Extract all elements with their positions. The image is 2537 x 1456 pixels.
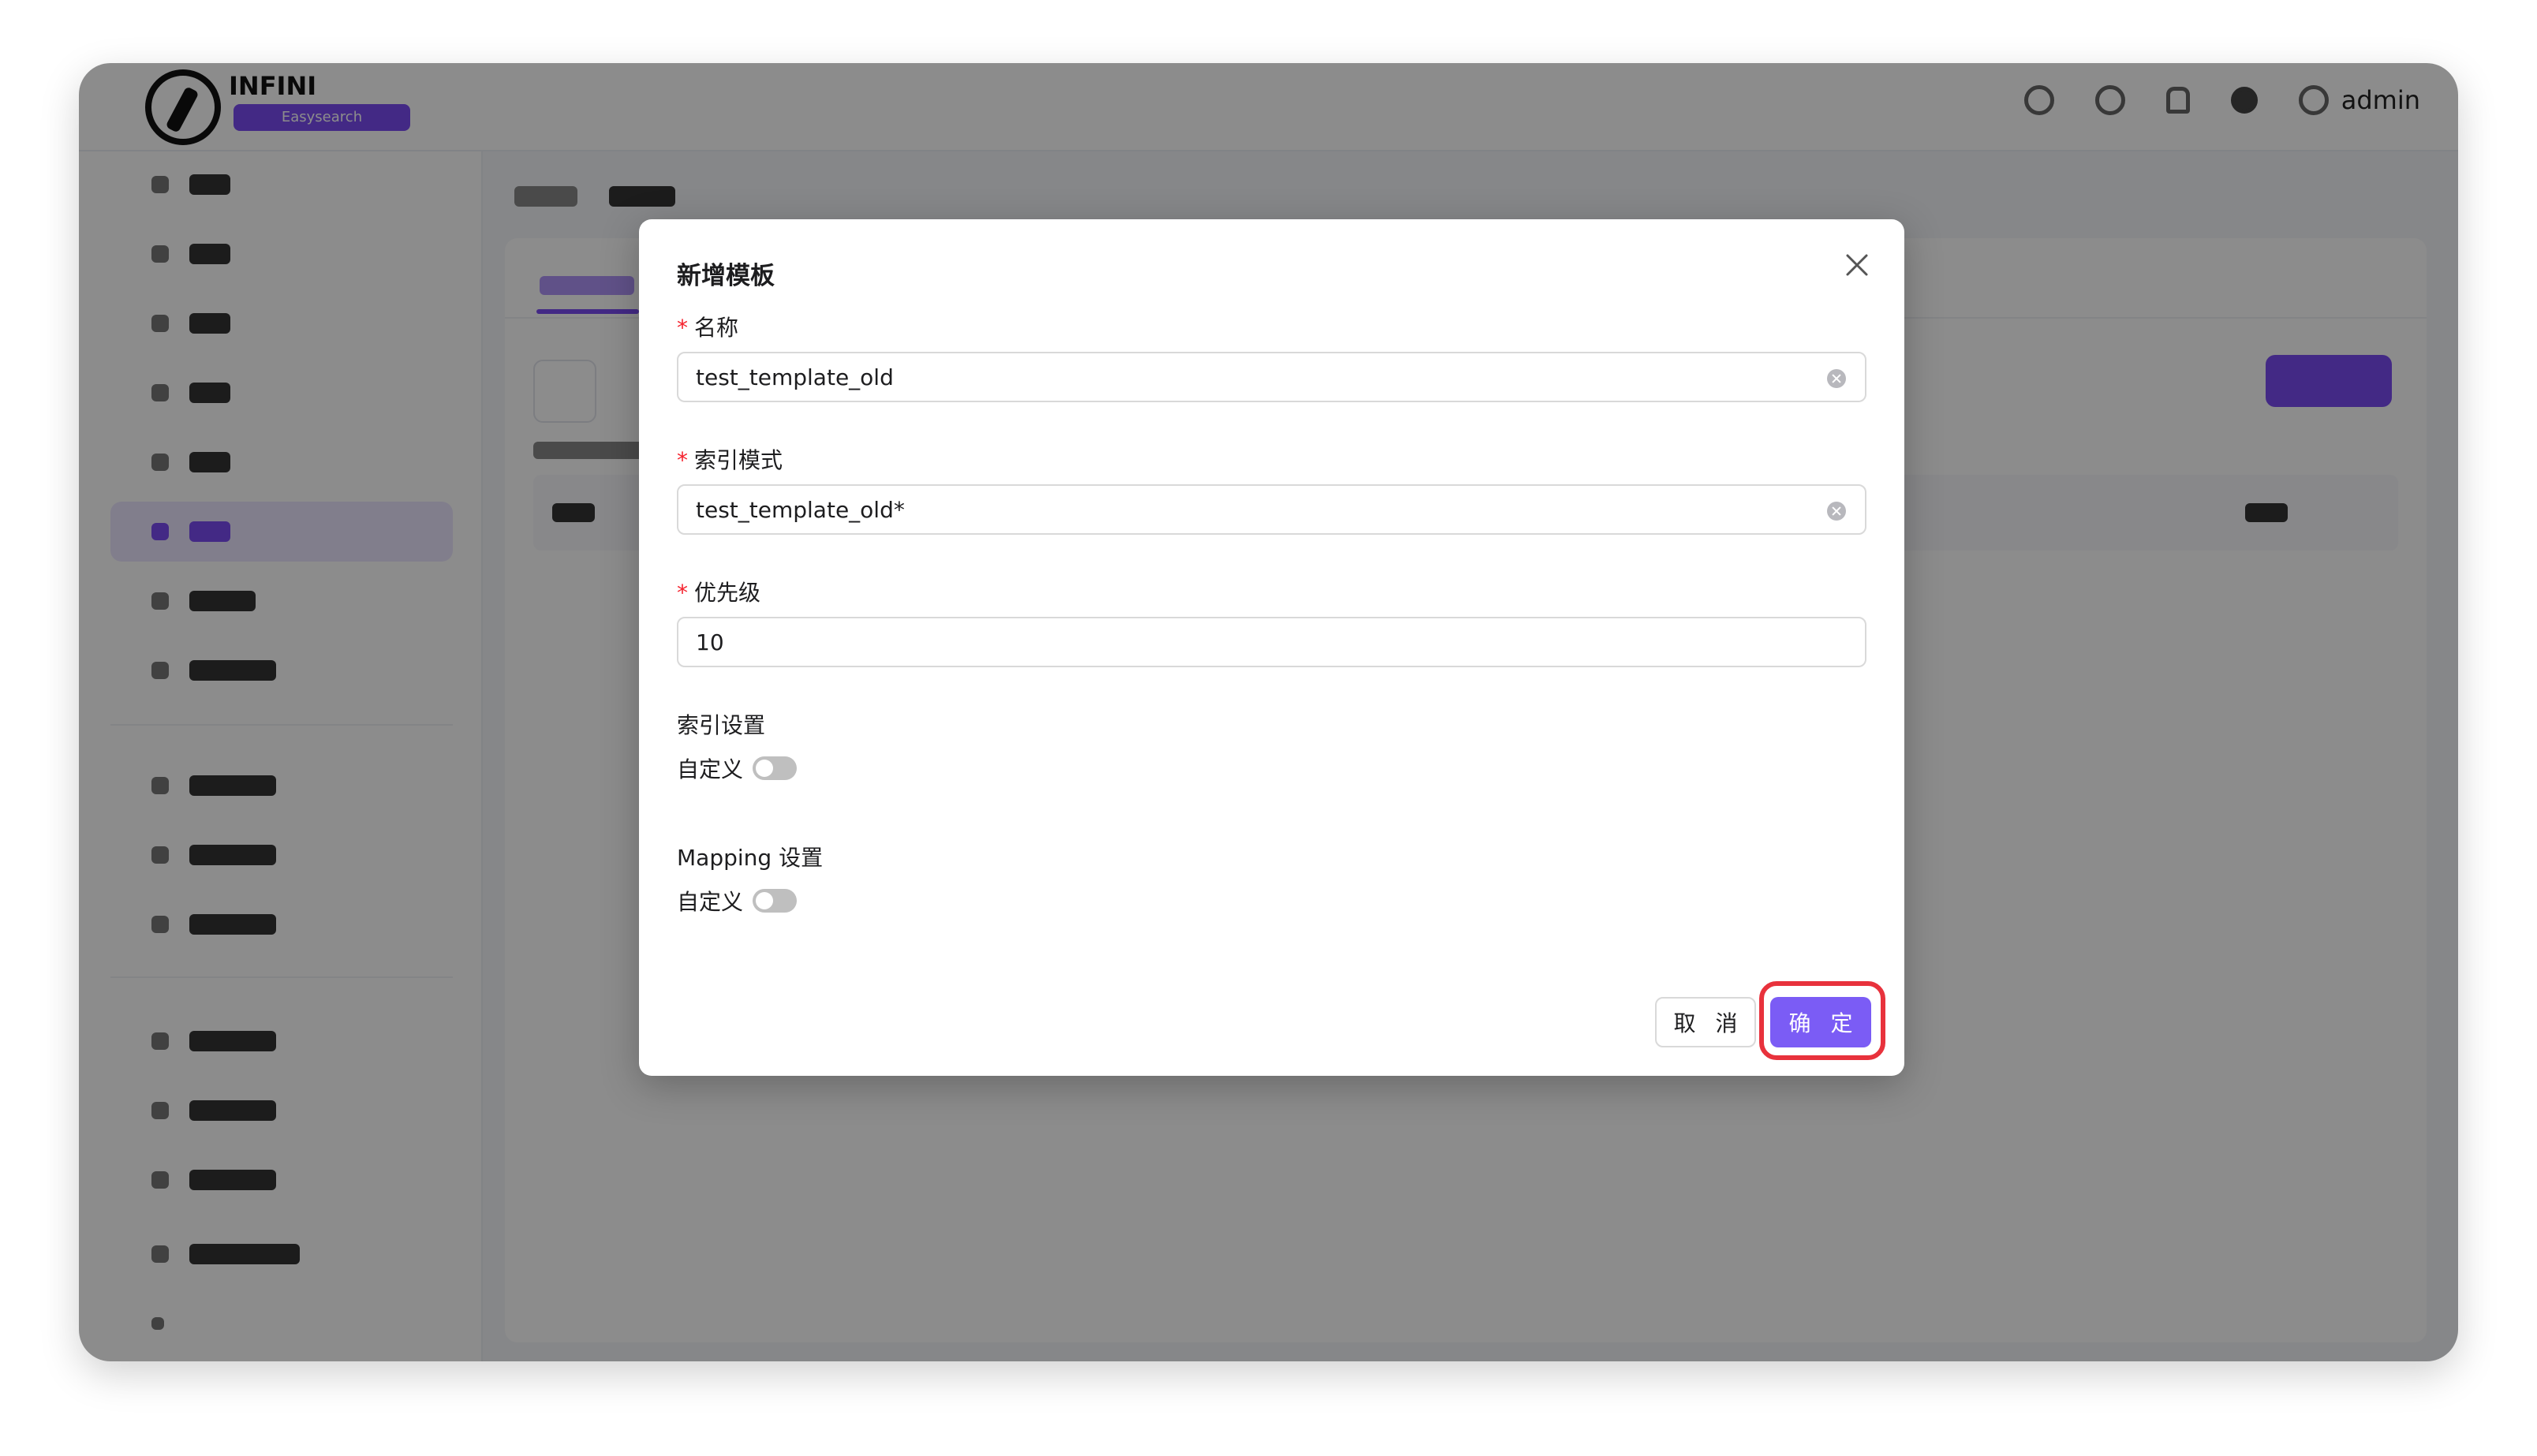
index-settings-toggle-label: 自定义 <box>677 756 744 782</box>
modal-title: 新增模板 <box>677 262 775 290</box>
index-settings-switch[interactable] <box>753 756 798 780</box>
mapping-settings-label: Mapping 设置 <box>677 845 824 871</box>
add-template-dialog: 新增模板 * 名称 test_template_old * 索引模式 test_te… <box>639 219 1904 1076</box>
priority-input[interactable]: 10 <box>677 617 1866 667</box>
index-settings-toggle-row: 自定义 <box>677 752 798 784</box>
mapping-settings-switch[interactable] <box>753 889 798 913</box>
clear-icon[interactable] <box>1827 502 1846 521</box>
name-input[interactable]: test_template_old <box>677 352 1866 402</box>
close-icon[interactable] <box>1841 249 1873 281</box>
confirm-highlight-ring <box>1759 981 1885 1060</box>
mapping-settings-toggle-row: 自定义 <box>677 885 798 917</box>
index-settings-label: 索引设置 <box>677 712 766 738</box>
cancel-button[interactable]: 取 消 <box>1655 997 1756 1047</box>
name-label: * 名称 <box>677 315 739 341</box>
mapping-settings-toggle-label: 自定义 <box>677 889 744 915</box>
clear-icon[interactable] <box>1827 369 1846 388</box>
priority-label: * 优先级 <box>677 580 761 606</box>
index-pattern-label: * 索引模式 <box>677 447 783 473</box>
index-pattern-input[interactable]: test_template_old* <box>677 484 1866 535</box>
